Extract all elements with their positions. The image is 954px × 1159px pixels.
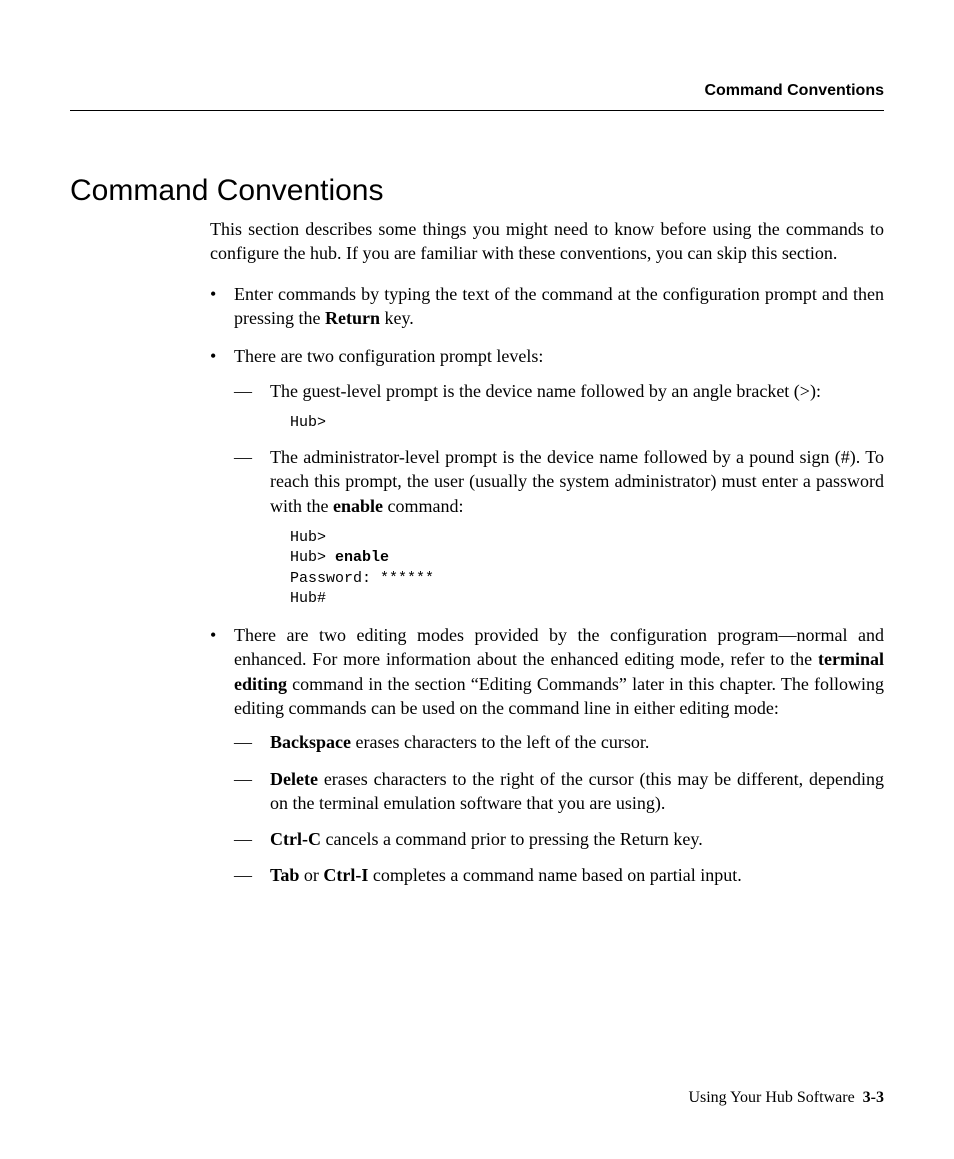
- code-line: Hub>: [290, 529, 326, 546]
- dash-list: The guest-level prompt is the device nam…: [234, 379, 884, 609]
- bullet-item-3: There are two editing modes provided by …: [210, 623, 884, 888]
- text: The guest-level prompt is the device nam…: [270, 381, 821, 401]
- text: or: [299, 865, 323, 885]
- text: completes a command name based on partia…: [368, 865, 741, 885]
- code-block: Hub>: [290, 413, 884, 433]
- page-footer: Using Your Hub Software 3-3: [688, 1087, 884, 1109]
- text: command:: [383, 496, 463, 516]
- text: There are two editing modes provided by …: [234, 625, 884, 669]
- ctrl-i-key: Ctrl-I: [323, 865, 368, 885]
- code-bold: enable: [335, 549, 389, 566]
- text: cancels a command prior to pressing the …: [321, 829, 703, 849]
- running-header: Command Conventions: [70, 80, 884, 102]
- page: Command Conventions Command Conventions …: [0, 0, 954, 1159]
- section-title: Command Conventions: [70, 171, 884, 212]
- dash-item: Backspace erases characters to the left …: [234, 730, 884, 754]
- text: key.: [380, 308, 414, 328]
- text: erases characters to the right of the cu…: [270, 769, 884, 813]
- bullet-item-1: Enter commands by typing the text of the…: [210, 282, 884, 331]
- return-key: Return: [325, 308, 380, 328]
- delete-key: Delete: [270, 769, 318, 789]
- text: command in the section “Editing Commands…: [234, 674, 884, 718]
- intro-paragraph: This section describes some things you m…: [210, 217, 884, 266]
- text: There are two configuration prompt level…: [234, 346, 543, 366]
- dash-item: Tab or Ctrl-I completes a command name b…: [234, 863, 884, 887]
- header-rule: [70, 110, 884, 111]
- dash-item: Delete erases characters to the right of…: [234, 767, 884, 816]
- ctrl-c-key: Ctrl-C: [270, 829, 321, 849]
- dash-list: Backspace erases characters to the left …: [234, 730, 884, 887]
- book-title: Using Your Hub Software: [688, 1089, 854, 1106]
- enable-command: enable: [333, 496, 383, 516]
- dash-item: The guest-level prompt is the device nam…: [234, 379, 884, 434]
- page-number: 3-3: [863, 1089, 884, 1106]
- code-block: Hub> Hub> enable Password: ****** Hub#: [290, 528, 884, 609]
- code-line: Hub#: [290, 590, 326, 607]
- bullet-list: Enter commands by typing the text of the…: [210, 282, 884, 888]
- dash-item: Ctrl-C cancels a command prior to pressi…: [234, 827, 884, 851]
- backspace-key: Backspace: [270, 732, 351, 752]
- code-line: Hub>: [290, 549, 335, 566]
- dash-item: The administrator-level prompt is the de…: [234, 445, 884, 609]
- body: This section describes some things you m…: [210, 217, 884, 888]
- bullet-item-2: There are two configuration prompt level…: [210, 344, 884, 609]
- code-line: Password: ******: [290, 570, 434, 587]
- tab-key: Tab: [270, 865, 299, 885]
- text: erases characters to the left of the cur…: [351, 732, 649, 752]
- code-line: Hub>: [290, 414, 326, 431]
